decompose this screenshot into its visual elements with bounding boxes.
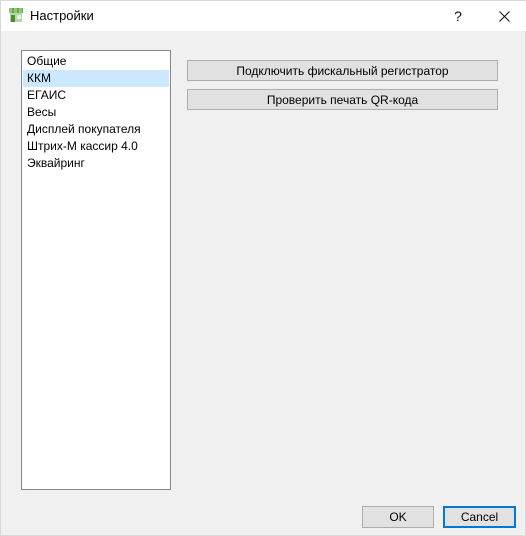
store-icon — [9, 8, 23, 22]
help-button[interactable]: ? — [435, 1, 481, 31]
window-title: Настройки — [30, 8, 94, 23]
nav-item[interactable]: Дисплей покупателя — [23, 121, 169, 138]
nav-item[interactable]: ЕГАИС — [23, 87, 169, 104]
nav-item[interactable]: Эквайринг — [23, 155, 169, 172]
cancel-button[interactable]: Cancel — [443, 506, 516, 528]
close-icon — [498, 10, 510, 22]
settings-category-list[interactable]: Общие ККМ ЕГАИС Весы Дисплей покупателя Штрих… — [21, 50, 171, 490]
nav-item[interactable]: ККМ — [23, 70, 169, 87]
check-qr-print-button[interactable]: Проверить печать QR-кода — [187, 89, 498, 110]
settings-dialog: Настройки ? Общие ККМ ЕГАИС Весы Дисплей пок… — [0, 0, 526, 536]
title-bar: Настройки ? — [1, 1, 526, 31]
nav-item[interactable]: Весы — [23, 104, 169, 121]
connect-fiscal-register-button[interactable]: Подключить фискальный регистратор — [187, 60, 498, 81]
ok-button[interactable]: OK — [362, 506, 434, 528]
nav-item[interactable]: Общие — [23, 53, 169, 70]
close-button[interactable] — [481, 1, 526, 31]
nav-item[interactable]: Штрих-М кассир 4.0 — [23, 138, 169, 155]
